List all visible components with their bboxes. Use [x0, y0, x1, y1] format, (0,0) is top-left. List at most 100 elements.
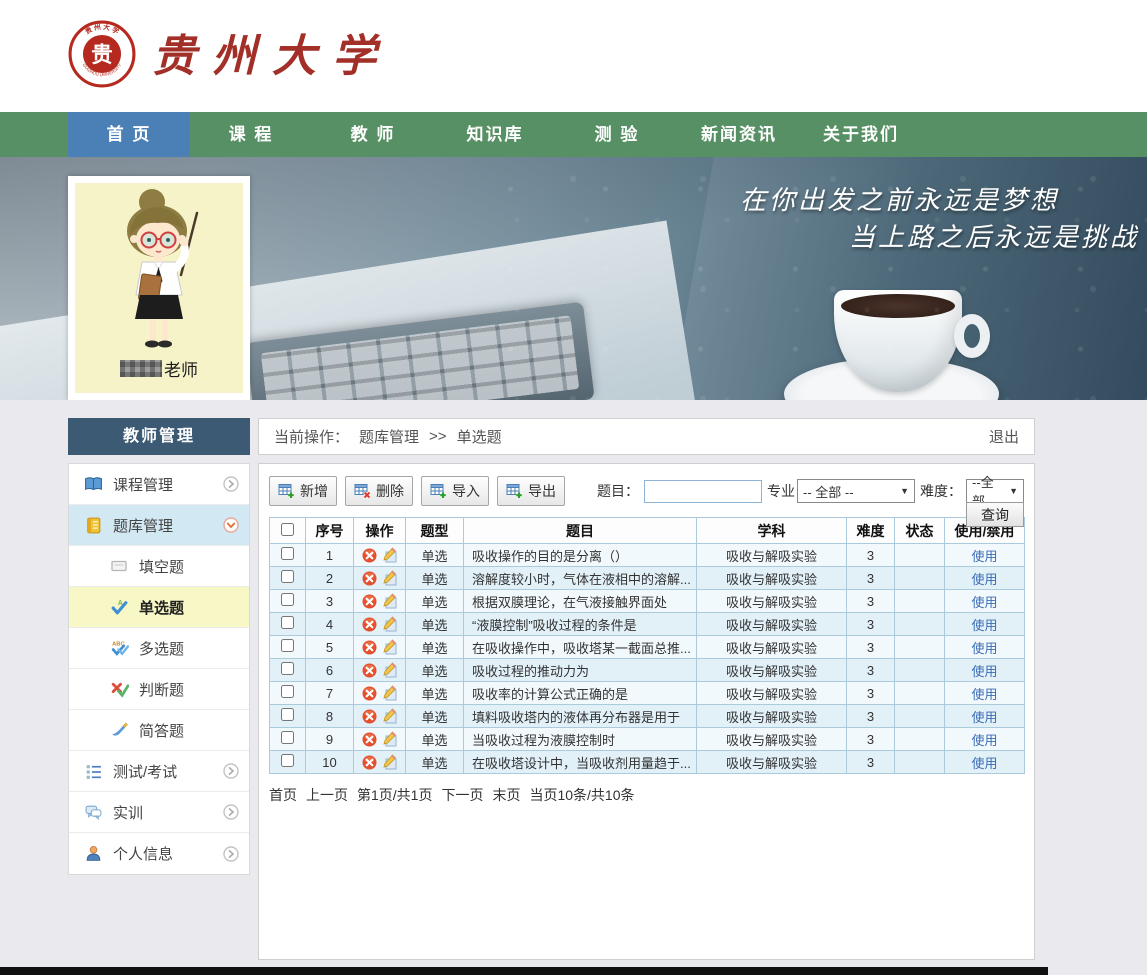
- row-checkbox[interactable]: [281, 754, 294, 767]
- logout-button[interactable]: 退出: [989, 426, 1019, 447]
- row-checkbox[interactable]: [281, 685, 294, 698]
- breadcrumb-section[interactable]: 题库管理: [359, 426, 419, 447]
- pagination-next[interactable]: 下一页: [441, 785, 483, 805]
- sidebar-item-question-bank[interactable]: 题库管理: [69, 505, 249, 546]
- question-subject: 吸收与解吸实验: [697, 705, 847, 728]
- row-checkbox[interactable]: [281, 616, 294, 629]
- pagination-last[interactable]: 末页: [492, 785, 520, 805]
- import-button[interactable]: 导入: [421, 476, 489, 506]
- column-header: 操作: [354, 518, 406, 544]
- edit-icon[interactable]: [381, 639, 397, 655]
- question-difficulty: 3: [847, 705, 895, 728]
- sidebar: 教师管理 课程管理题库管理填空题A单选题ABC多选题判断题简答题测试/考试实训个…: [68, 418, 250, 875]
- row-number: 7: [306, 682, 354, 705]
- row-checkbox[interactable]: [281, 639, 294, 652]
- breadcrumb-current[interactable]: 单选题: [457, 426, 502, 447]
- row-operations: [354, 613, 406, 636]
- use-toggle-link[interactable]: 使用: [971, 618, 997, 633]
- row-checkbox[interactable]: [281, 570, 294, 583]
- nav-item-news[interactable]: 新闻资讯: [678, 112, 800, 157]
- delete-icon[interactable]: [362, 548, 377, 563]
- toolbar-buttons: 新增删除 导入导出: [269, 476, 573, 506]
- pagination-first[interactable]: 首页: [269, 785, 297, 805]
- sidebar-item-test-exam[interactable]: 测试/考试: [69, 751, 249, 792]
- edit-icon[interactable]: [381, 754, 397, 770]
- delete-icon[interactable]: [362, 709, 377, 724]
- nav-item-courses[interactable]: 课 程: [190, 112, 312, 157]
- major-select[interactable]: -- 全部 -- ▼: [797, 479, 915, 503]
- difficulty-select[interactable]: --全部-- ▼: [966, 479, 1024, 503]
- sidebar-item-single-choice[interactable]: A单选题: [69, 587, 249, 628]
- nav-item-about[interactable]: 关于我们: [800, 112, 922, 157]
- edit-icon[interactable]: [381, 616, 397, 632]
- export-button[interactable]: 导出: [497, 476, 565, 506]
- add-button[interactable]: 新增: [269, 476, 337, 506]
- sidebar-item-course-management[interactable]: 课程管理: [69, 464, 249, 505]
- use-toggle-link[interactable]: 使用: [971, 641, 997, 656]
- use-toggle-link[interactable]: 使用: [971, 664, 997, 679]
- delete-button[interactable]: 删除: [345, 476, 413, 506]
- sidebar-item-label: 实训: [113, 802, 143, 823]
- row-operations: [354, 682, 406, 705]
- use-toggle-link[interactable]: 使用: [971, 687, 997, 702]
- question-row: 1单选吸收操作的目的是分离（）吸收与解吸实验3使用: [270, 544, 1025, 567]
- question-title: 根据双膜理论，在气液接触界面处: [464, 590, 697, 613]
- delete-icon[interactable]: [362, 640, 377, 655]
- use-toggle-link[interactable]: 使用: [971, 710, 997, 725]
- nav-item-teachers[interactable]: 教 师: [312, 112, 434, 157]
- edit-icon[interactable]: [381, 731, 397, 747]
- delete-icon[interactable]: [362, 755, 377, 770]
- edit-icon[interactable]: [381, 708, 397, 724]
- row-checkbox[interactable]: [281, 708, 294, 721]
- button-label: 新增: [300, 481, 328, 501]
- edit-icon[interactable]: [381, 593, 397, 609]
- sidebar-item-label: 个人信息: [113, 843, 173, 864]
- delete-icon[interactable]: [362, 732, 377, 747]
- chevron-right-icon: [223, 476, 239, 492]
- question-subject: 吸收与解吸实验: [697, 544, 847, 567]
- delete-icon[interactable]: [362, 663, 377, 678]
- sidebar-item-short-answer[interactable]: 简答题: [69, 710, 249, 751]
- sidebar-item-true-false[interactable]: 判断题: [69, 669, 249, 710]
- major-field-label: 专业: [767, 481, 795, 501]
- question-subject: 吸收与解吸实验: [697, 659, 847, 682]
- use-toggle-link[interactable]: 使用: [971, 756, 997, 771]
- row-checkbox[interactable]: [281, 731, 294, 744]
- title-search-input[interactable]: [644, 480, 762, 503]
- question-subject: 吸收与解吸实验: [697, 613, 847, 636]
- delete-icon[interactable]: [362, 571, 377, 586]
- delete-icon[interactable]: [362, 594, 377, 609]
- edit-icon[interactable]: [381, 570, 397, 586]
- sidebar-item-fill-blank[interactable]: 填空题: [69, 546, 249, 587]
- row-operations: [354, 567, 406, 590]
- edit-icon[interactable]: [381, 662, 397, 678]
- button-label: 导入: [452, 481, 480, 501]
- row-checkbox[interactable]: [281, 593, 294, 606]
- row-number: 2: [306, 567, 354, 590]
- edit-icon[interactable]: [381, 547, 397, 563]
- use-toggle-link[interactable]: 使用: [971, 549, 997, 564]
- use-toggle-link[interactable]: 使用: [971, 572, 997, 587]
- use-toggle-link[interactable]: 使用: [971, 595, 997, 610]
- pagination-prev[interactable]: 上一页: [306, 785, 348, 805]
- question-title: 在吸收操作中，吸收塔某一截面总推...: [464, 636, 697, 659]
- question-subject: 吸收与解吸实验: [697, 751, 847, 774]
- sidebar-item-personal-info[interactable]: 个人信息: [69, 833, 249, 874]
- sidebar-item-multi-choice[interactable]: ABC多选题: [69, 628, 249, 669]
- edit-icon[interactable]: [381, 685, 397, 701]
- delete-icon[interactable]: [362, 617, 377, 632]
- delete-icon[interactable]: [362, 686, 377, 701]
- question-status: [895, 705, 945, 728]
- nav-item-knowledge-base[interactable]: 知识库: [434, 112, 556, 157]
- row-checkbox[interactable]: [281, 662, 294, 675]
- nav-item-home[interactable]: 首 页: [68, 112, 190, 157]
- question-type: 单选: [406, 728, 464, 751]
- question-type: 单选: [406, 705, 464, 728]
- row-checkbox[interactable]: [281, 547, 294, 560]
- search-button[interactable]: 查询: [966, 502, 1024, 527]
- row-number: 4: [306, 613, 354, 636]
- nav-item-tests[interactable]: 测 验: [556, 112, 678, 157]
- sidebar-item-training[interactable]: 实训: [69, 792, 249, 833]
- select-all-checkbox[interactable]: [281, 523, 294, 536]
- use-toggle-link[interactable]: 使用: [971, 733, 997, 748]
